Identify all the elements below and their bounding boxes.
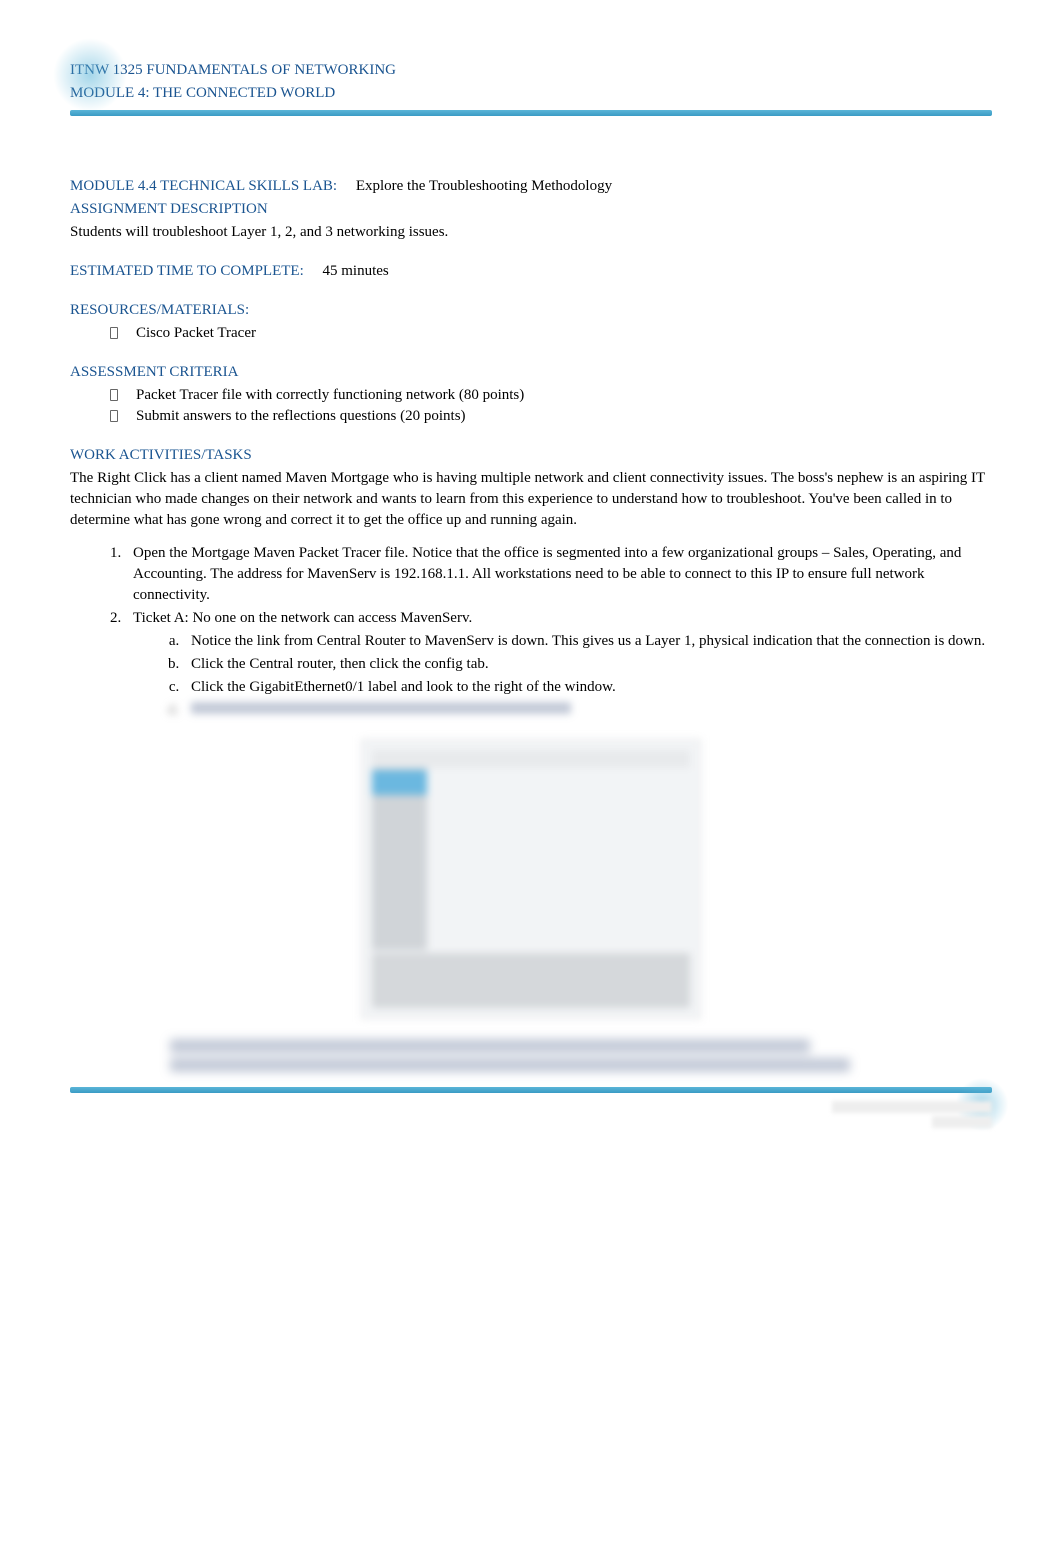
work-label: WORK ACTIVITIES/TASKS <box>70 445 992 466</box>
lab-title-value: Explore the Troubleshooting Methodology <box>356 178 612 194</box>
header-rule <box>70 110 992 116</box>
resources-block: RESOURCES/MATERIALS: Cisco Packet Tracer <box>70 300 992 344</box>
resources-list: Cisco Packet Tracer <box>70 323 992 344</box>
list-item: Click the GigabitEthernet0/1 label and l… <box>183 677 992 698</box>
work-block: WORK ACTIVITIES/TASKS The Right Click ha… <box>70 445 992 721</box>
assessment-block: ASSESSMENT CRITERIA Packet Tracer file w… <box>70 362 992 427</box>
step-text: Ticket A: No one on the network can acce… <box>133 610 472 626</box>
assessment-list: Packet Tracer file with correctly functi… <box>70 385 992 427</box>
list-item: Packet Tracer file with correctly functi… <box>110 385 992 406</box>
document-footer <box>70 1087 992 1128</box>
obscured-text-block <box>170 1039 992 1072</box>
time-block: ESTIMATED TIME TO COMPLETE: 45 minutes <box>70 261 992 282</box>
work-intro: The Right Click has a client named Maven… <box>70 468 992 531</box>
time-label: ESTIMATED TIME TO COMPLETE: <box>70 263 304 279</box>
list-item: Notice the link from Central Router to M… <box>183 631 992 652</box>
document-header: ITNW 1325 FUNDAMENTALS OF NETWORKING MOD… <box>70 60 992 116</box>
list-item: Click the Central router, then click the… <box>183 654 992 675</box>
work-substeps: Notice the link from Central Router to M… <box>133 631 992 721</box>
work-steps: Open the Mortgage Maven Packet Tracer fi… <box>70 543 992 721</box>
footer-rule <box>70 1087 992 1093</box>
lab-title-row: MODULE 4.4 TECHNICAL SKILLS LAB: Explore… <box>70 176 992 197</box>
list-item: Ticket A: No one on the network can acce… <box>125 608 992 721</box>
assessment-label: ASSESSMENT CRITERIA <box>70 362 992 383</box>
assignment-desc-text: Students will troubleshoot Layer 1, 2, a… <box>70 222 992 243</box>
list-item: Open the Mortgage Maven Packet Tracer fi… <box>125 543 992 606</box>
list-item: Cisco Packet Tracer <box>110 323 992 344</box>
footer-text-obscured <box>70 1101 992 1128</box>
module-title: MODULE 4: THE CONNECTED WORLD <box>70 83 992 104</box>
assignment-desc-label: ASSIGNMENT DESCRIPTION <box>70 199 992 220</box>
assignment-description-block: ASSIGNMENT DESCRIPTION Students will tro… <box>70 199 992 243</box>
resources-label: RESOURCES/MATERIALS: <box>70 300 992 321</box>
list-item-obscured <box>183 700 992 721</box>
lab-title-label: MODULE 4.4 TECHNICAL SKILLS LAB: <box>70 178 337 194</box>
list-item: Submit answers to the reflections questi… <box>110 406 992 427</box>
screenshot-placeholder <box>361 739 701 1019</box>
course-title: ITNW 1325 FUNDAMENTALS OF NETWORKING <box>70 60 992 81</box>
time-value: 45 minutes <box>323 263 389 279</box>
